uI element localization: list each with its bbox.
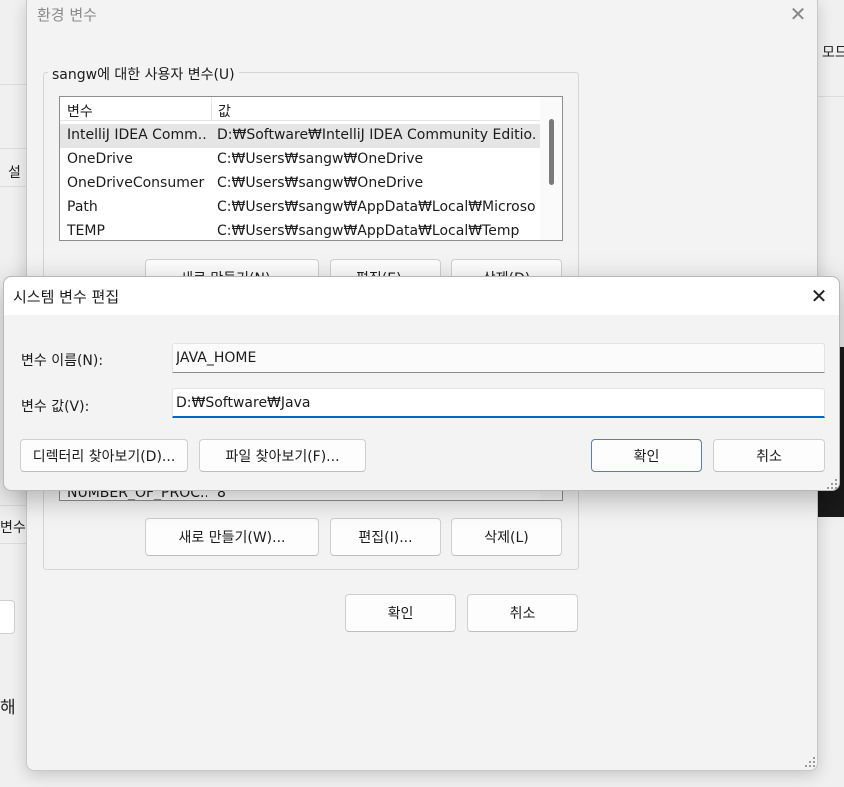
bg-text-variable: 변수 [0, 520, 26, 536]
list-header: 변수 값 [60, 97, 562, 121]
var-name: IntelliJ IDEA Comm... [67, 127, 207, 143]
bg-button[interactable] [0, 600, 15, 634]
var-value: C:₩Users₩sangw₩AppData₩Local₩Temp [217, 223, 520, 239]
column-header-value[interactable]: 값 [218, 101, 231, 121]
title-bar[interactable]: 시스템 변수 편집 ✕ [4, 277, 839, 315]
user-vars-list[interactable]: 변수 값 IntelliJ IDEA Comm... D:₩Software₩I… [59, 96, 563, 241]
user-vars-group-label: sangw에 대한 사용자 변수(U) [48, 64, 239, 84]
var-name-label: 변수 이름(N): [21, 353, 104, 369]
bg-text-mode: 모드 [822, 45, 844, 61]
var-name: OneDrive [67, 151, 133, 167]
env-cancel-button[interactable]: 취소 [467, 594, 578, 632]
list-item[interactable]: Path C:₩Users₩sangw₩AppData₩Local₩Micros… [60, 196, 540, 220]
env-dialog-title: 환경 변수 [37, 6, 97, 24]
var-name-input[interactable] [172, 343, 825, 373]
bg-divider [0, 84, 26, 85]
var-name: OneDriveConsumer [67, 175, 205, 191]
var-value: C:₩Users₩sangw₩OneDrive [217, 151, 424, 167]
cancel-button[interactable]: 취소 [713, 439, 825, 472]
bg-divider [0, 148, 26, 149]
var-value: C:₩Users₩sangw₩AppData₩Local₩Microsoft..… [217, 199, 535, 215]
list-item[interactable]: IntelliJ IDEA Comm... D:₩Software₩Intell… [60, 124, 540, 148]
browse-directory-button[interactable]: 디렉터리 찾아보기(D)... [20, 439, 188, 472]
system-delete-button[interactable]: 삭제(L) [451, 518, 562, 556]
column-separator [211, 97, 212, 121]
list-item[interactable]: OneDrive C:₩Users₩sangw₩OneDrive [60, 148, 540, 172]
close-icon[interactable]: ✕ [808, 285, 830, 307]
var-value-label: 변수 값(V): [21, 399, 90, 415]
close-icon[interactable]: ✕ [787, 3, 809, 25]
system-edit-button[interactable]: 편집(I)... [330, 518, 441, 556]
list-scrollbar[interactable] [540, 97, 562, 240]
var-value: D:₩Software₩IntelliJ IDEA Community Edit… [217, 127, 535, 143]
system-new-button[interactable]: 새로 만들기(W)... [145, 518, 319, 556]
var-name: TEMP [67, 223, 105, 239]
column-header-name[interactable]: 변수 [67, 101, 93, 121]
var-value-input[interactable] [172, 388, 825, 418]
bg-divider [818, 96, 844, 97]
var-name: Path [67, 199, 98, 215]
browse-file-button[interactable]: 파일 찾아보기(F)... [199, 439, 366, 472]
dialog-title: 시스템 변수 편집 [13, 288, 120, 306]
list-item[interactable]: OneDriveConsumer C:₩Users₩sangw₩OneDrive [60, 172, 540, 196]
env-ok-button[interactable]: 확인 [345, 594, 456, 632]
list-item[interactable]: TEMP C:₩Users₩sangw₩AppData₩Local₩Temp [60, 220, 540, 240]
bg-text-fragment: 해 [0, 698, 16, 718]
bg-divider [0, 505, 26, 506]
bg-divider [0, 186, 26, 187]
edit-system-var-dialog: 시스템 변수 편집 ✕ 변수 이름(N): 변수 값(V): 디렉터리 찾아보기… [3, 276, 840, 491]
var-value: C:₩Users₩sangw₩OneDrive [217, 175, 424, 191]
scrollbar-thumb[interactable] [549, 119, 554, 185]
resize-grip-icon[interactable] [827, 479, 837, 489]
ok-button[interactable]: 확인 [591, 439, 702, 472]
bg-text-settings: 설 [8, 165, 21, 181]
bg-divider [0, 543, 26, 544]
resize-grip-icon[interactable] [805, 757, 815, 767]
